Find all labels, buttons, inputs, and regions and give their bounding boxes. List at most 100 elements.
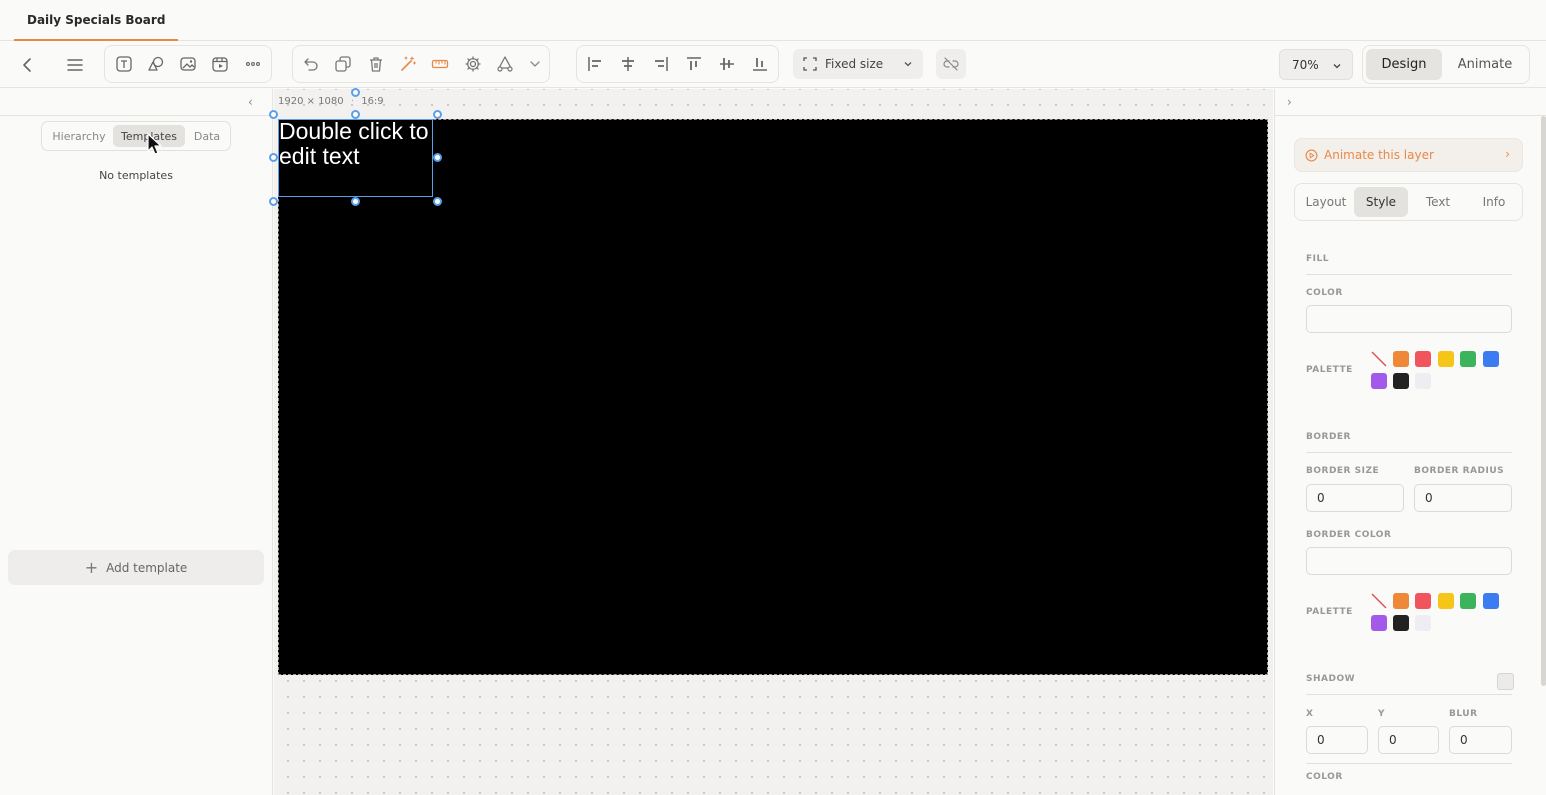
- undo-icon[interactable]: [297, 50, 325, 78]
- add-template-button[interactable]: + Add template: [8, 550, 264, 585]
- shadow-y-input[interactable]: 0: [1378, 726, 1439, 754]
- tab-data[interactable]: Data: [187, 125, 227, 147]
- left-panel-tabs: Hierarchy Templates Data: [41, 121, 231, 151]
- fill-palette-label: PALETTE: [1306, 365, 1353, 375]
- collapse-right-icon[interactable]: ›: [1287, 95, 1292, 109]
- border-radius-label: BORDER RADIUS: [1414, 466, 1505, 476]
- animate-layer-label: Animate this layer: [1324, 148, 1434, 162]
- canvas-area[interactable]: 1920 × 1080 · 16:9 Double click to edit …: [269, 88, 1273, 795]
- swatch-purple[interactable]: [1371, 615, 1387, 631]
- tab-info[interactable]: Info: [1467, 187, 1521, 217]
- image-tool-icon[interactable]: [174, 50, 202, 78]
- resize-handle-top-right[interactable]: [433, 110, 442, 119]
- mouse-cursor-icon: [147, 133, 162, 155]
- border-section-title: BORDER: [1306, 432, 1351, 442]
- shadow-blur-input[interactable]: 0: [1449, 726, 1512, 754]
- align-top-icon[interactable]: [680, 50, 708, 78]
- align-middle-v-icon[interactable]: [713, 50, 741, 78]
- border-radius-input[interactable]: 0: [1414, 484, 1512, 512]
- swatch-blue[interactable]: [1483, 593, 1499, 609]
- border-size-input[interactable]: 0: [1306, 484, 1404, 512]
- document-tab[interactable]: Daily Specials Board: [14, 0, 179, 41]
- insert-tool-group: [104, 45, 272, 83]
- mode-switch: Design Animate: [1362, 45, 1530, 84]
- tab-text[interactable]: Text: [1411, 187, 1465, 217]
- right-panel-header: ›: [1275, 89, 1546, 116]
- swatch-blue[interactable]: [1483, 351, 1499, 367]
- play-circle-icon: [1305, 149, 1318, 161]
- shadow-blur-label: BLUR: [1449, 709, 1478, 719]
- border-color-input[interactable]: [1306, 547, 1512, 575]
- swatch-none[interactable]: [1371, 351, 1387, 367]
- align-right-icon[interactable]: [647, 50, 675, 78]
- align-left-icon[interactable]: [581, 50, 609, 78]
- menu-icon[interactable]: [61, 51, 89, 79]
- swatch-green[interactable]: [1460, 351, 1476, 367]
- swatch-orange[interactable]: [1393, 593, 1409, 609]
- swatch-yellow[interactable]: [1438, 593, 1454, 609]
- shadow-x-label: X: [1306, 709, 1314, 719]
- unlink-icon: [943, 57, 959, 71]
- fill-color-input[interactable]: [1306, 305, 1512, 333]
- align-bottom-icon[interactable]: [746, 50, 774, 78]
- chevron-down-icon[interactable]: [521, 50, 549, 78]
- shadow-color-label: COLOR: [1306, 772, 1343, 782]
- resize-handle-top-left[interactable]: [269, 110, 278, 119]
- plus-icon: +: [84, 558, 99, 577]
- scrollbar[interactable]: [1541, 116, 1546, 686]
- settings-icon[interactable]: [459, 50, 487, 78]
- swatch-red[interactable]: [1415, 351, 1431, 367]
- magic-wand-icon[interactable]: [394, 50, 422, 78]
- tab-layout[interactable]: Layout: [1299, 187, 1353, 217]
- resize-handle-bottom[interactable]: [351, 197, 360, 206]
- swatch-yellow[interactable]: [1438, 351, 1454, 367]
- text-tool-icon[interactable]: [110, 50, 138, 78]
- swatch-none[interactable]: [1371, 593, 1387, 609]
- animate-mode-button[interactable]: Animate: [1447, 49, 1523, 80]
- zoom-dropdown[interactable]: 70%: [1279, 49, 1353, 80]
- collapse-left-icon[interactable]: ‹: [248, 95, 253, 109]
- resize-handle-bottom-left[interactable]: [269, 197, 278, 206]
- text-layer[interactable]: Double click to edit text: [279, 119, 429, 169]
- align-center-h-icon[interactable]: [614, 50, 642, 78]
- swatch-black[interactable]: [1393, 373, 1409, 389]
- resize-handle-left[interactable]: [269, 153, 278, 162]
- tab-hierarchy[interactable]: Hierarchy: [46, 125, 112, 147]
- shadow-x-input[interactable]: 0: [1306, 726, 1368, 754]
- add-template-label: Add template: [106, 560, 188, 575]
- swatch-white[interactable]: [1415, 615, 1431, 631]
- border-palette-label: PALETTE: [1306, 607, 1353, 617]
- rotate-handle[interactable]: [351, 88, 360, 97]
- back-icon[interactable]: [14, 51, 42, 79]
- tab-style[interactable]: Style: [1354, 187, 1408, 217]
- chevron-down-icon: [904, 62, 912, 67]
- shadow-y-label: Y: [1378, 709, 1386, 719]
- resize-handle-right[interactable]: [433, 153, 442, 162]
- effects-icon[interactable]: [491, 50, 519, 78]
- divider: [1306, 694, 1512, 695]
- ruler-icon[interactable]: [426, 50, 454, 78]
- shadow-toggle-checkbox[interactable]: [1497, 673, 1514, 690]
- canvas-aspect-ratio: 16:9: [361, 96, 384, 107]
- swatch-red[interactable]: [1415, 593, 1431, 609]
- more-icon[interactable]: [239, 50, 267, 78]
- resize-handle-top[interactable]: [351, 110, 360, 119]
- video-tool-icon[interactable]: [206, 50, 234, 78]
- design-mode-button[interactable]: Design: [1366, 49, 1442, 80]
- swatch-orange[interactable]: [1393, 351, 1409, 367]
- resize-handle-bottom-right[interactable]: [433, 197, 442, 206]
- swatch-white[interactable]: [1415, 373, 1431, 389]
- left-panel: ‹ Hierarchy Templates Data No templates …: [0, 89, 273, 795]
- duplicate-icon[interactable]: [329, 50, 357, 78]
- swatch-black[interactable]: [1393, 615, 1409, 631]
- swatch-purple[interactable]: [1371, 373, 1387, 389]
- fixed-size-dropdown[interactable]: Fixed size: [793, 49, 923, 79]
- canvas-dimensions: 1920 × 1080: [278, 96, 344, 107]
- delete-icon[interactable]: [362, 50, 390, 78]
- unlink-button[interactable]: [936, 49, 966, 79]
- shapes-tool-icon[interactable]: [142, 50, 170, 78]
- animate-layer-button[interactable]: Animate this layer ›: [1294, 138, 1523, 172]
- artboard[interactable]: [278, 119, 1268, 675]
- swatch-green[interactable]: [1460, 593, 1476, 609]
- canvas-size-info: 1920 × 1080 · 16:9: [278, 96, 384, 107]
